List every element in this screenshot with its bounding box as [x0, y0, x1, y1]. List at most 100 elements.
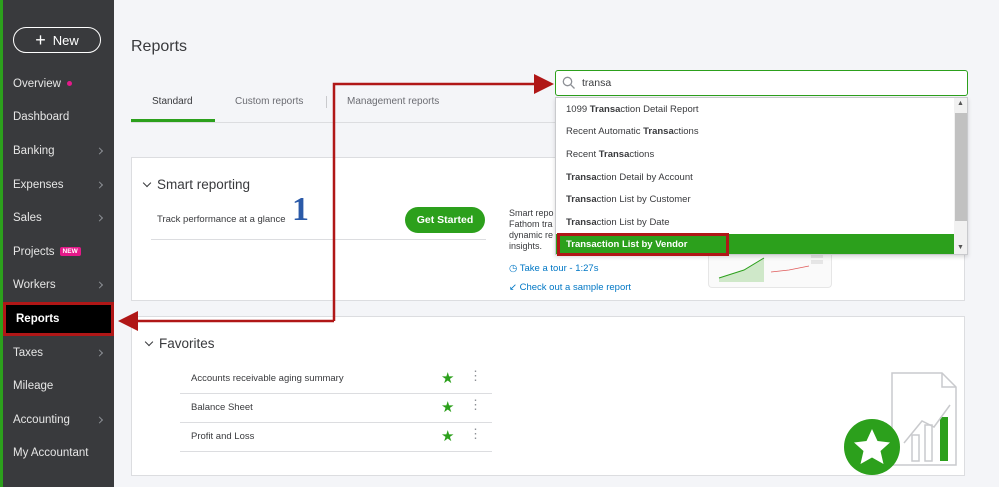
new-button-label: New	[52, 32, 79, 48]
result-match: Transa	[598, 148, 630, 160]
result-text: Recent	[566, 148, 599, 160]
star-icon[interactable]: ★	[441, 369, 454, 387]
favorite-report-row[interactable]: Profit and Loss ★ ⋮	[180, 423, 492, 452]
favorite-report-link[interactable]: Accounts receivable aging summary	[191, 373, 344, 384]
chevron-right-icon	[95, 214, 104, 222]
sidebar-item-sales[interactable]: Sales	[3, 201, 114, 235]
result-text: ction Detail by Account	[596, 171, 693, 183]
favorite-report-link[interactable]: Profit and Loss	[191, 431, 254, 442]
smart-reporting-heading: Smart reporting	[157, 177, 251, 192]
favorite-report-row[interactable]: Balance Sheet ★ ⋮	[180, 394, 492, 423]
sidebar-item-taxes[interactable]: Taxes	[3, 336, 114, 370]
search-result-item-selected[interactable]: Transa ction List by Vendor	[556, 233, 954, 254]
sidebar: + New Overview Dashboard Banking Expense…	[0, 0, 114, 487]
tab-divider	[326, 96, 327, 108]
description-line: Smart repo	[509, 208, 554, 218]
track-performance-text: Track performance at a glance	[157, 214, 286, 225]
search-result-item[interactable]: Recent Automatic Transa ctions	[556, 121, 954, 144]
take-a-tour-label: Take a tour - 1:27s	[519, 263, 599, 274]
sidebar-item-label: Mileage	[13, 380, 54, 393]
chevron-right-icon	[95, 281, 104, 289]
more-options-icon[interactable]: ⋮	[469, 368, 482, 384]
favorite-report-link[interactable]: Balance Sheet	[191, 402, 253, 413]
result-text: Recent Automatic	[566, 126, 644, 138]
search-result-item[interactable]: Transa ction Detail by Account	[556, 166, 954, 189]
sidebar-item-accounting[interactable]: Accounting	[3, 403, 114, 437]
chevron-right-icon	[95, 147, 104, 155]
sidebar-item-reports[interactable]: Reports	[3, 302, 114, 336]
description-line: dynamic re	[509, 230, 554, 240]
app-window: + New Overview Dashboard Banking Expense…	[0, 0, 999, 487]
sidebar-item-label: My Accountant	[13, 447, 89, 460]
sidebar-item-workers[interactable]: Workers	[3, 269, 114, 303]
sidebar-nav: Overview Dashboard Banking Expenses Sale…	[3, 67, 114, 470]
search-input[interactable]	[582, 74, 952, 92]
result-match: Transa	[566, 216, 597, 228]
result-match: Transa	[566, 194, 597, 206]
new-badge: NEW	[59, 247, 81, 257]
sidebar-item-label: Taxes	[13, 346, 44, 359]
search-result-item[interactable]: Transa ction List by Date	[556, 211, 954, 234]
description-line: insights.	[509, 241, 543, 251]
chevron-down-icon	[144, 337, 154, 346]
favorites-card: Favorites Accounts receivable aging summ…	[131, 316, 965, 476]
chevron-down-icon	[142, 178, 152, 187]
star-icon[interactable]: ★	[441, 398, 454, 416]
scroll-up-icon[interactable]: ▲	[957, 100, 964, 107]
tab-standard[interactable]: Standard	[152, 96, 193, 107]
search-results-dropdown: 1099 Transa ction Detail Report Recent Au…	[555, 97, 968, 255]
active-tab-indicator	[131, 119, 215, 122]
sidebar-item-label: Reports	[16, 312, 60, 325]
tab-management-reports[interactable]: Management reports	[347, 96, 439, 107]
sidebar-item-my-accountant[interactable]: My Accountant	[3, 437, 114, 471]
sidebar-item-mileage[interactable]: Mileage	[3, 369, 114, 403]
sidebar-item-banking[interactable]: Banking	[3, 134, 114, 168]
sidebar-item-expenses[interactable]: Expenses	[3, 168, 114, 202]
sidebar-item-label: Overview	[13, 77, 61, 90]
search-icon	[562, 76, 575, 89]
new-button[interactable]: + New	[13, 27, 101, 53]
search-result-item[interactable]: Recent Transa ctions	[556, 143, 954, 166]
result-match: Transa	[589, 103, 621, 115]
smart-reporting-toggle[interactable]: Smart reporting	[142, 177, 251, 192]
plus-icon: +	[35, 30, 46, 50]
star-icon[interactable]: ★	[441, 427, 454, 445]
sidebar-item-label: Sales	[13, 212, 42, 225]
clock-icon: ◷	[509, 263, 518, 274]
sidebar-item-overview[interactable]: Overview	[3, 67, 114, 101]
notification-dot	[66, 81, 72, 87]
sidebar-item-projects[interactable]: Projects NEW	[3, 235, 114, 269]
chevron-right-icon	[95, 181, 104, 189]
scroll-down-icon[interactable]: ▼	[957, 244, 964, 251]
more-options-icon[interactable]: ⋮	[469, 397, 482, 413]
take-a-tour-link[interactable]: ◷ Take a tour - 1:27s	[509, 263, 598, 274]
more-options-icon[interactable]: ⋮	[469, 426, 482, 442]
divider	[151, 239, 486, 240]
search-result-item[interactable]: 1099 Transa ction Detail Report	[556, 98, 954, 121]
result-text: 1099	[566, 103, 590, 115]
tab-custom-reports[interactable]: Custom reports	[235, 96, 303, 107]
description-line: Fathom tra	[509, 219, 553, 229]
page-title: Reports	[131, 38, 188, 55]
external-link-icon: ↙	[509, 282, 517, 293]
dropdown-scrollbar[interactable]: ▲ ▼	[954, 98, 967, 254]
scrollbar-thumb[interactable]	[955, 113, 967, 221]
result-text: ction List by Date	[596, 216, 670, 228]
chevron-right-icon	[95, 349, 104, 357]
sidebar-item-label: Projects	[13, 245, 55, 258]
result-match: Transa	[566, 239, 597, 251]
favorites-illustration	[834, 365, 964, 475]
sample-report-link[interactable]: ↙ Check out a sample report	[509, 282, 631, 293]
result-text: ction List by Vendor	[596, 239, 688, 251]
sample-report-label: Check out a sample report	[519, 282, 632, 293]
sidebar-item-label: Banking	[13, 144, 55, 157]
search-result-item[interactable]: Transa ction List by Customer	[556, 188, 954, 211]
sidebar-item-label: Expenses	[13, 178, 64, 191]
favorite-report-row[interactable]: Accounts receivable aging summary ★ ⋮	[180, 365, 492, 394]
get-started-button[interactable]: Get Started	[405, 207, 485, 233]
favorites-toggle[interactable]: Favorites	[144, 336, 215, 351]
result-match: Transa	[643, 126, 674, 138]
report-search-box[interactable]	[555, 70, 968, 96]
sidebar-item-dashboard[interactable]: Dashboard	[3, 101, 114, 135]
result-text: ction Detail Report	[620, 103, 699, 115]
